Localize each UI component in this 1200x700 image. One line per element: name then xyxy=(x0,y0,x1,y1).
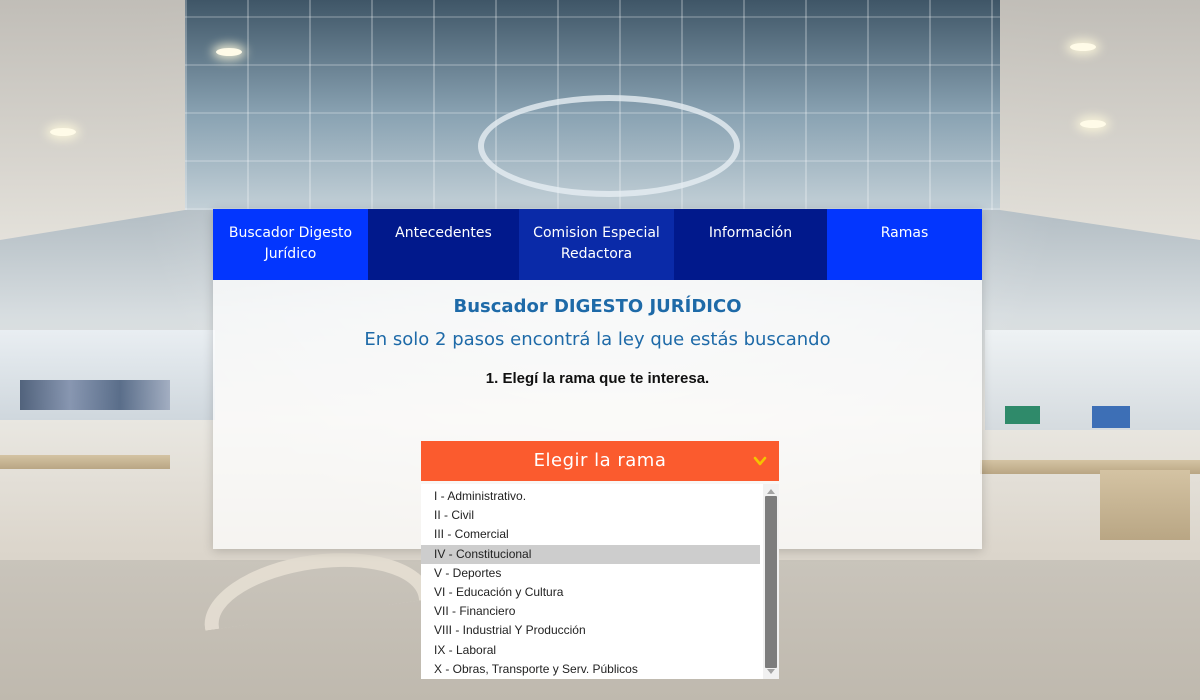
store-sign xyxy=(1092,406,1130,428)
nav-item-ramas[interactable]: Ramas xyxy=(827,209,982,280)
display-table xyxy=(0,455,170,469)
glass-stair-ring xyxy=(478,95,740,197)
scroll-thumb[interactable] xyxy=(765,496,777,668)
page-title: Buscador DIGESTO JURÍDICO xyxy=(453,296,742,317)
nav-item-label: Redactora xyxy=(560,246,633,262)
option-comercial[interactable]: III - Comercial xyxy=(421,525,760,544)
option-deportes[interactable]: V - Deportes xyxy=(421,564,760,583)
ceiling-light xyxy=(216,48,242,56)
nav-item-label: Información xyxy=(708,225,793,241)
ceiling-light xyxy=(1070,43,1096,51)
options-container: I - Administrativo. II - Civil III - Com… xyxy=(421,487,761,679)
chevron-down-icon xyxy=(753,456,767,466)
main-nav: Buscador Digesto Jurídico Antecedentes C… xyxy=(213,209,982,280)
ceiling-light xyxy=(50,128,76,136)
nav-item-label: Antecedentes xyxy=(395,225,492,241)
nav-item-buscador[interactable]: Buscador Digesto Jurídico xyxy=(213,209,368,280)
nav-item-label: Jurídico xyxy=(264,246,317,262)
options-scrollbar[interactable] xyxy=(763,484,779,679)
option-administrativo[interactable]: I - Administrativo. xyxy=(421,487,760,506)
nav-item-label: Ramas xyxy=(880,225,929,241)
nav-item-comision[interactable]: Comision Especial Redactora xyxy=(519,209,674,280)
option-laboral[interactable]: IX - Laboral xyxy=(421,641,760,660)
option-civil[interactable]: II - Civil xyxy=(421,506,760,525)
rama-options-list[interactable]: I - Administrativo. II - Civil III - Com… xyxy=(421,484,779,679)
store-sign xyxy=(1005,406,1040,424)
display-screens xyxy=(20,380,170,410)
nav-item-antecedentes[interactable]: Antecedentes xyxy=(368,209,519,280)
option-constitucional[interactable]: IV - Constitucional xyxy=(421,544,760,564)
display-table xyxy=(1100,470,1190,540)
nav-item-label: Buscador Digesto xyxy=(228,225,353,241)
nav-item-informacion[interactable]: Información xyxy=(674,209,827,280)
ceiling-light xyxy=(1080,120,1106,128)
page-subtitle: En solo 2 pasos encontrá la ley que está… xyxy=(364,329,831,350)
option-obras-transporte[interactable]: X - Obras, Transporte y Serv. Públicos xyxy=(421,660,760,679)
rama-select-label: Elegir la rama xyxy=(533,450,667,471)
nav-item-label: Comision Especial xyxy=(533,225,660,241)
scroll-down-arrow-icon[interactable] xyxy=(763,666,779,678)
option-financiero[interactable]: VII - Financiero xyxy=(421,602,760,621)
rama-select-button[interactable]: Elegir la rama xyxy=(421,441,779,481)
step-instruction: 1. Elegí la rama que te interesa. xyxy=(485,370,710,387)
option-educacion-cultura[interactable]: VI - Educación y Cultura xyxy=(421,583,760,602)
option-industrial-produccion[interactable]: VIII - Industrial Y Producción xyxy=(421,621,760,640)
